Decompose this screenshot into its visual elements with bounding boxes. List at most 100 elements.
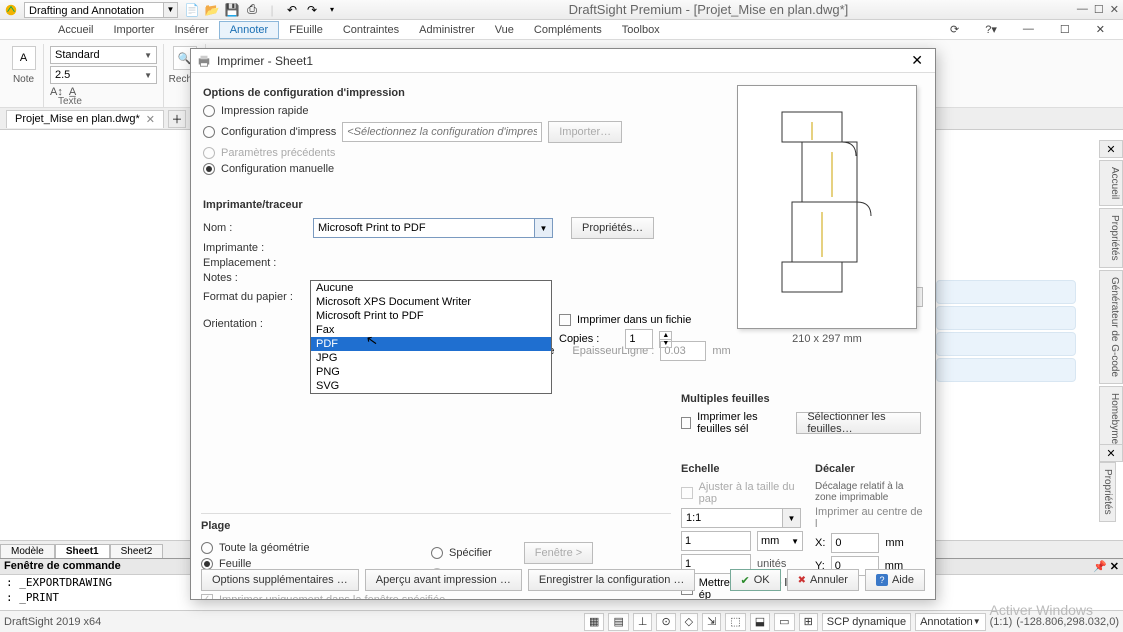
panel-row[interactable] (936, 332, 1076, 356)
new-tab-button[interactable]: ＋ (168, 110, 186, 128)
radio-previous-label: Paramètres précédents (221, 147, 335, 159)
cancel-button[interactable]: Annuler (787, 569, 859, 591)
printer-dropdown-list[interactable]: Aucune Microsoft XPS Document Writer Mic… (310, 280, 552, 394)
menu-inserer[interactable]: Insérer (164, 22, 218, 38)
menu-toolbox[interactable]: Toolbox (612, 22, 670, 38)
printer-properties-button[interactable]: Propriétés… (571, 217, 654, 239)
status-polar-icon[interactable]: ⊙ (656, 613, 675, 631)
scale-a-input[interactable] (681, 531, 751, 551)
extra-options-button[interactable]: Options supplémentaires … (201, 569, 359, 591)
label-orientation: Orientation : (203, 318, 307, 330)
multi-sheets-checkbox[interactable] (681, 417, 691, 429)
cmd-pin-icon[interactable]: 📌 (1093, 561, 1107, 573)
status-etrack-icon[interactable]: ⇲ (702, 613, 721, 631)
side-tab-proprietes[interactable]: Propriétés (1099, 208, 1123, 268)
status-scs[interactable]: SCP dynamique (822, 613, 911, 631)
minimize-icon[interactable]: — (1077, 3, 1088, 16)
help-button[interactable]: Aide (865, 569, 925, 591)
cmd-close-icon[interactable]: ✕ (1110, 561, 1119, 573)
print-icon[interactable]: ⎙ (244, 2, 260, 18)
status-misc4-icon[interactable]: ⊞ (799, 613, 818, 631)
copies-down-icon[interactable]: ▼ (660, 340, 671, 347)
app-title: DraftSight Premium - [Projet_Mise en pla… (340, 2, 1077, 17)
side-tab-accueil[interactable]: Accueil (1099, 160, 1123, 206)
status-esnap-icon[interactable]: ◇ (680, 613, 698, 631)
menu-importer[interactable]: Importer (103, 22, 164, 38)
status-annotation[interactable]: Annotation ▼ (915, 613, 986, 631)
radio-specify-label: Spécifier (449, 547, 492, 559)
printer-name-combo[interactable]: Microsoft Print to PDF ▼ (313, 218, 553, 238)
side-close-icon[interactable]: ✕ (1099, 140, 1123, 158)
qat-more-icon[interactable]: ▾ (324, 2, 340, 18)
print-preview-button[interactable]: Aperçu avant impression … (365, 569, 522, 591)
doc-min-icon[interactable]: — (1013, 21, 1044, 38)
panel-row[interactable] (936, 306, 1076, 330)
dropdown-item[interactable]: Aucune (311, 281, 551, 295)
status-misc3-icon[interactable]: ▭ (774, 613, 794, 631)
document-tab[interactable]: Projet_Mise en plan.dwg* ✕ (6, 110, 164, 128)
dropdown-item[interactable]: Microsoft Print to PDF (311, 309, 551, 323)
text-style-combo[interactable]: Standard▼ (50, 46, 157, 64)
side-tab-proprietes-2[interactable]: Propriétés (1099, 462, 1116, 522)
status-grid-icon[interactable]: ▤ (608, 613, 628, 631)
side-tab-homebyme[interactable]: Homebyme (1099, 386, 1123, 451)
dropdown-item[interactable]: Fax (311, 323, 551, 337)
refresh-icon[interactable]: ⟳ (940, 21, 969, 38)
menu-vue[interactable]: Vue (485, 22, 524, 38)
dropdown-item[interactable]: SVG (311, 379, 551, 393)
tab-model[interactable]: Modèle (0, 544, 55, 558)
config-select[interactable] (342, 122, 542, 142)
side-tab-gcode[interactable]: Générateur de G-code (1099, 270, 1123, 384)
text-height-combo[interactable]: 2.5▼ (50, 66, 157, 84)
menu-administrer[interactable]: Administrer (409, 22, 485, 38)
close-icon[interactable]: ✕ (1110, 3, 1119, 16)
save-config-button[interactable]: Enregistrer la configuration … (528, 569, 696, 591)
maximize-icon[interactable]: ☐ (1094, 3, 1104, 16)
fit-checkbox[interactable] (681, 487, 693, 499)
undo-icon[interactable]: ↶ (284, 2, 300, 18)
dialog-close-icon[interactable]: ✕ (905, 52, 929, 69)
dropdown-item[interactable]: Microsoft XPS Document Writer (311, 295, 551, 309)
select-sheets-button[interactable]: Sélectionner les feuilles… (796, 412, 921, 434)
scale-a-unit[interactable]: mm▼ (757, 531, 803, 551)
window-button[interactable]: Fenêtre > (524, 542, 593, 564)
workspace-selector[interactable]: Drafting and Annotation (24, 2, 164, 18)
open-icon[interactable]: 📂 (204, 2, 220, 18)
menu-feuille[interactable]: FEuille (279, 22, 333, 38)
save-icon[interactable]: 💾 (224, 2, 240, 18)
tab-sheet1[interactable]: Sheet1 (55, 544, 110, 558)
panel-row[interactable] (936, 358, 1076, 382)
import-button[interactable]: Importer… (548, 121, 622, 143)
dropdown-item[interactable]: JPG (311, 351, 551, 365)
status-snap-icon[interactable]: ▦ (584, 613, 604, 631)
radio-all-geom[interactable]: Toute la géométrie (201, 542, 431, 554)
menu-annoter[interactable]: Annoter (219, 21, 280, 39)
side-close-icon-2[interactable]: ✕ (1099, 444, 1123, 462)
tab-close-icon[interactable]: ✕ (146, 113, 155, 126)
menu-complements[interactable]: Compléments (524, 22, 612, 38)
status-misc2-icon[interactable]: ⬓ (750, 613, 770, 631)
new-icon[interactable]: 📄 (184, 2, 200, 18)
note-tool-icon[interactable]: A (12, 46, 36, 70)
dropdown-item[interactable]: PNG (311, 365, 551, 379)
doc-max-icon[interactable]: ☐ (1050, 21, 1080, 38)
help-icon[interactable]: ?▾ (975, 21, 1007, 38)
print-to-file-checkbox[interactable] (559, 314, 571, 326)
menu-contraintes[interactable]: Contraintes (333, 22, 409, 38)
doc-close-icon[interactable]: ✕ (1086, 21, 1115, 38)
status-ortho-icon[interactable]: ⊥ (633, 613, 653, 631)
copies-up-icon[interactable]: ▲ (660, 332, 671, 340)
redo-icon[interactable]: ↷ (304, 2, 320, 18)
status-misc-icon[interactable]: ⬚ (725, 613, 745, 631)
ok-button[interactable]: OK (730, 569, 781, 591)
panel-row[interactable] (936, 280, 1076, 304)
radio-specify[interactable]: Spécifier Fenêtre > (431, 542, 593, 564)
workspace-dropdown-icon[interactable]: ▼ (164, 2, 178, 18)
copies-input[interactable] (625, 329, 653, 349)
menu-accueil[interactable]: Accueil (48, 22, 103, 38)
printer-dropdown-icon[interactable]: ▼ (534, 219, 552, 237)
dropdown-item-selected[interactable]: PDF (311, 337, 551, 351)
offset-x-input[interactable] (831, 533, 879, 553)
scale-combo[interactable]: 1:1▼ (681, 508, 801, 528)
tab-sheet2[interactable]: Sheet2 (110, 544, 164, 558)
